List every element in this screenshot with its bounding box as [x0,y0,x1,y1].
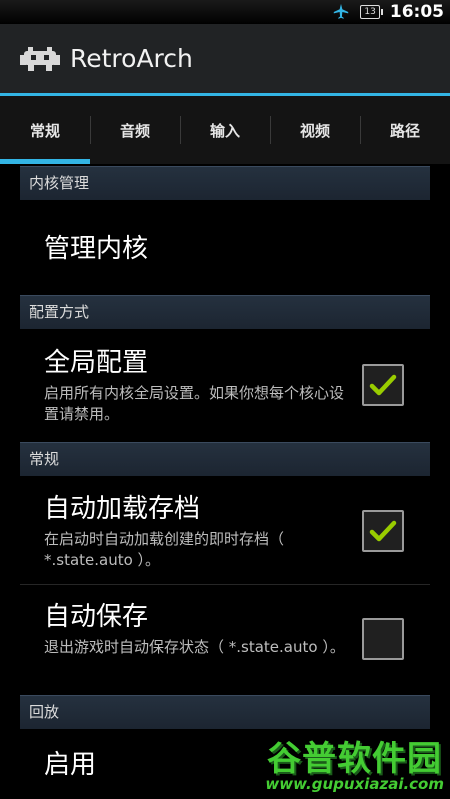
tab-audio[interactable]: 音频 [90,96,180,164]
pref-summary: 启用所有内核全局设置。如果你想每个核心设置请禁用。 [44,384,345,423]
tab-video[interactable]: 视频 [270,96,360,164]
watermark-url: www.gupuxiazai.com [265,775,444,793]
global-config-checkbox[interactable] [362,364,404,406]
tab-label: 输入 [209,121,240,140]
retroarch-logo-icon [20,46,60,71]
battery-icon: 13 [360,5,384,19]
tab-input[interactable]: 输入 [180,96,270,164]
action-bar: RetroArch [0,24,450,96]
watermark: 谷普软件园 www.gupuxiazai.com [244,729,450,799]
checkmark-icon [369,374,397,396]
category-header-core-management: 内核管理 [20,166,430,200]
category-header-config-method: 配置方式 [20,295,430,329]
tab-bar: 常规 音频 输入 视频 路径 [0,96,450,164]
auto-load-state-checkbox[interactable] [362,510,404,552]
pref-title: 管理内核 [44,234,149,264]
airplane-mode-icon [334,3,349,19]
tab-label: 视频 [299,121,330,140]
category-header-general: 常规 [20,442,430,476]
tab-label: 音频 [119,121,150,140]
manage-cores-item[interactable]: 管理内核 [44,228,430,265]
preferences-list[interactable]: 内核管理 管理内核 配置方式 全局配置 启用所有内核全局设置。如果你想每个核心设… [0,164,450,799]
auto-save-checkbox[interactable] [362,618,404,660]
tab-paths[interactable]: 路径 [360,96,450,164]
pref-summary: 在启动时自动加载创建的即时存档（ *.state.auto ）。 [44,530,285,569]
watermark-name: 谷普软件园 [267,739,442,779]
tab-general[interactable]: 常规 [0,96,90,164]
tab-label: 路径 [389,121,420,140]
pref-summary: 退出游戏时自动保存状态（ *.state.auto ）。 [44,638,345,656]
clock: 16:05 [389,2,444,22]
status-bar: 13 16:05 [0,0,450,24]
category-header-rewind: 回放 [20,695,430,729]
tab-label: 常规 [29,121,60,140]
app-title: RetroArch [70,44,193,73]
list-divider [20,584,430,585]
checkmark-icon [369,520,397,542]
